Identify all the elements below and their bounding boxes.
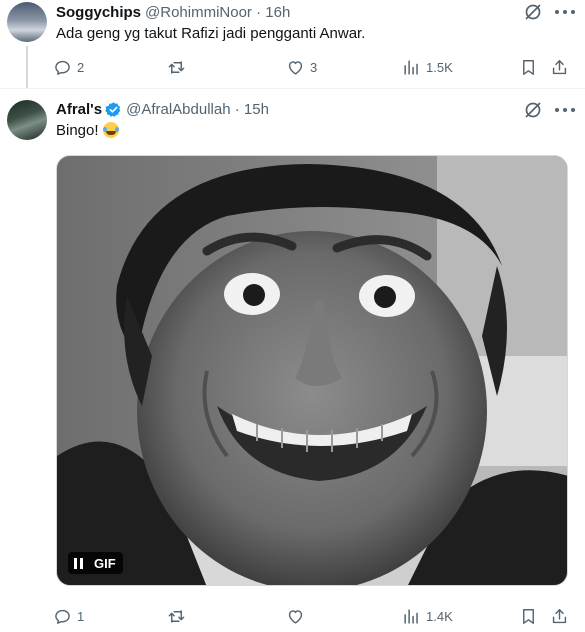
- like-icon: [286, 58, 305, 77]
- retweet-button[interactable]: [167, 605, 186, 627]
- retweet-icon: [167, 58, 186, 77]
- views-button[interactable]: 1.5K: [402, 56, 453, 78]
- views-count: 1.4K: [426, 608, 453, 624]
- tweet-time[interactable]: 15h: [244, 101, 269, 118]
- avatar[interactable]: [7, 2, 47, 42]
- tweet-text: Ada geng yg takut Rafizi jadi pengganti …: [56, 25, 366, 42]
- like-button[interactable]: 3: [286, 56, 317, 78]
- action-bar: 2 3 1.5K: [53, 56, 575, 78]
- views-icon: [402, 607, 421, 626]
- reply-icon: [53, 607, 72, 626]
- separator-dot: ·: [230, 100, 244, 118]
- views-button[interactable]: 1.4K: [402, 605, 453, 627]
- user-handle[interactable]: @RohimmiNoor: [145, 4, 252, 21]
- tweet-header: Soggychips @RohimmiNoor · 16h: [56, 2, 290, 22]
- views-count: 1.5K: [426, 59, 453, 75]
- more-icon[interactable]: [555, 2, 575, 22]
- bookmark-button[interactable]: [519, 605, 538, 627]
- more-icon[interactable]: [555, 100, 575, 120]
- grok-icon[interactable]: [523, 2, 543, 22]
- reply-button[interactable]: 1: [53, 605, 84, 627]
- tweet-header: Afral's @AfralAbdullah · 15h: [56, 99, 269, 119]
- pause-icon[interactable]: [74, 557, 83, 569]
- thread-connector: [26, 46, 28, 88]
- like-button[interactable]: [286, 605, 305, 627]
- views-icon: [402, 58, 421, 77]
- grok-icon[interactable]: [523, 100, 543, 120]
- reply-icon: [53, 58, 72, 77]
- like-icon: [286, 607, 305, 626]
- reply-button[interactable]: 2: [53, 56, 84, 78]
- bookmark-button[interactable]: [519, 56, 538, 78]
- action-bar: 1 1.4K: [53, 605, 575, 627]
- laughing-emoji-icon: [102, 122, 119, 138]
- gif-badge: GIF: [94, 555, 116, 571]
- tweet-afrals[interactable]: Afral's @AfralAbdullah · 15h Bingo! GIF …: [0, 88, 585, 632]
- share-button[interactable]: [550, 56, 569, 78]
- share-icon: [550, 607, 569, 626]
- share-button[interactable]: [550, 605, 569, 627]
- user-handle[interactable]: @AfralAbdullah: [126, 101, 230, 118]
- share-icon: [550, 58, 569, 77]
- display-name[interactable]: Afral's: [56, 101, 102, 118]
- tweet-soggychips[interactable]: Soggychips @RohimmiNoor · 16h Ada geng y…: [0, 0, 585, 88]
- display-name[interactable]: Soggychips: [56, 4, 141, 21]
- retweet-button[interactable]: [167, 56, 186, 78]
- verified-badge-icon: [105, 101, 122, 118]
- bookmark-icon: [519, 607, 538, 626]
- bookmark-icon: [519, 58, 538, 77]
- tweet-time[interactable]: 16h: [265, 4, 290, 21]
- tweet-text: Bingo!: [56, 121, 119, 141]
- retweet-icon: [167, 607, 186, 626]
- separator-dot: ·: [251, 3, 266, 21]
- gif-media[interactable]: GIF: [56, 155, 568, 586]
- tweet-text-content: Bingo!: [56, 122, 99, 139]
- avatar[interactable]: [7, 100, 47, 140]
- gif-frame-image: [57, 156, 567, 585]
- like-count: 3: [310, 59, 318, 75]
- reply-count: 1: [77, 608, 85, 624]
- gif-controls[interactable]: GIF: [68, 552, 123, 574]
- reply-count: 2: [77, 59, 85, 75]
